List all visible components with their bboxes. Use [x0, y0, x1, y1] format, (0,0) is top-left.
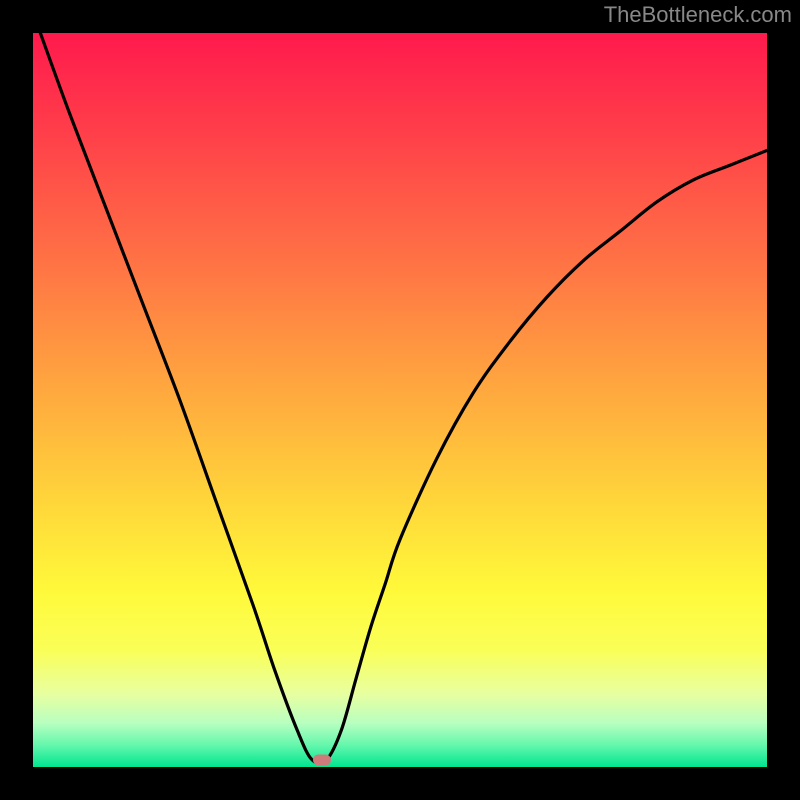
bottleneck-curve: [33, 33, 767, 767]
optimal-marker: [313, 755, 331, 766]
plot-area: [33, 33, 767, 767]
watermark-text: TheBottleneck.com: [604, 2, 792, 28]
chart-frame: TheBottleneck.com: [0, 0, 800, 800]
